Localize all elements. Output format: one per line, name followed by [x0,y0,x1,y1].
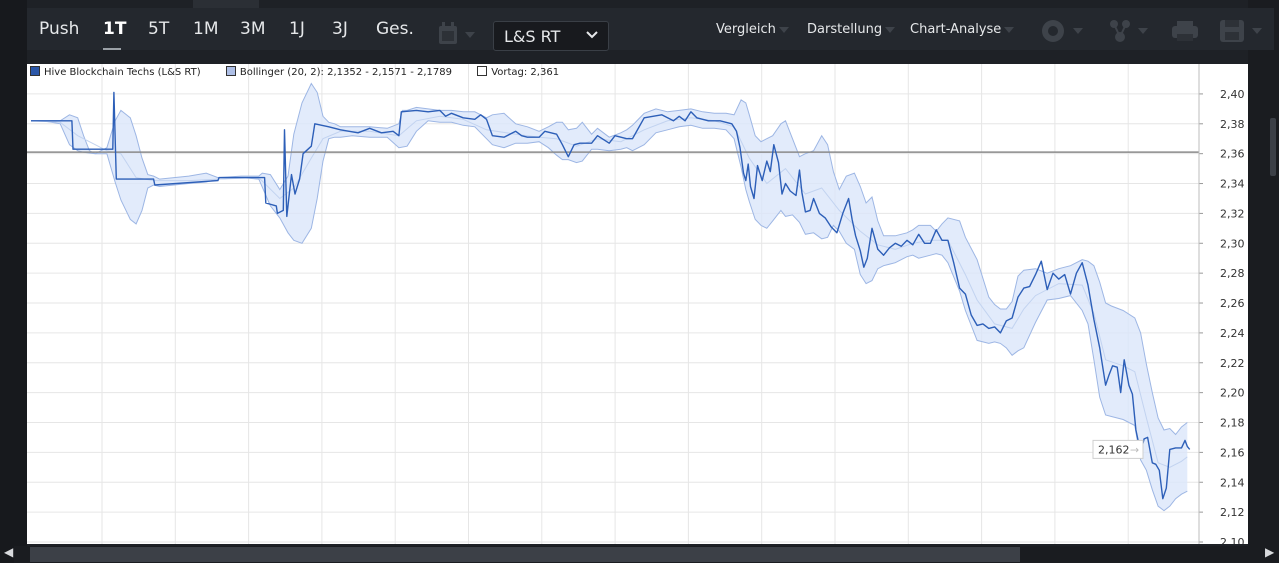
active-tab-indicator [103,48,121,50]
network-icon[interactable] [1106,18,1154,48]
chart-legend: Hive Blockchain Techs (L&S RT) Bollinger… [30,66,581,78]
arrow-right-icon: → [1130,443,1139,456]
legend-series-label: Hive Blockchain Techs (L&S RT) [44,67,201,78]
tab-1j[interactable]: 1J [289,19,305,39]
print-icon[interactable] [1170,18,1200,48]
caret-down-icon [885,26,896,33]
exchange-select[interactable]: L&S RT [493,21,609,51]
tab-1m[interactable]: 1M [193,19,218,39]
y-tick-label: 2,10 [1220,536,1245,544]
last-value-label: 2,162 [1098,443,1130,456]
price-chart[interactable]: 2,162 → 2,40 2,38 2,36 2,34 2,32 2,30 2,28 2,26 2… [27,64,1248,544]
menu-chart-analyse-label: Chart-Analyse [910,22,1002,37]
scroll-left-icon[interactable]: ◀ [4,545,13,559]
menu-vergleich[interactable]: Vergleich [716,22,789,37]
y-tick-label: 2,28 [1220,267,1245,280]
y-tick-label: 2,34 [1220,178,1245,191]
last-value-tag: 2,162 → [1092,439,1144,459]
menu-chart-analyse[interactable]: Chart-Analyse [910,22,1015,37]
save-icon[interactable] [1218,18,1274,48]
y-tick-label: 2,36 [1220,148,1245,161]
right-panel [1248,0,1279,563]
y-tick-label: 2,16 [1220,446,1245,459]
menu-darstellung[interactable]: Darstellung [807,22,896,37]
y-tick-label: 2,18 [1220,417,1245,430]
chevron-down-icon [586,25,598,49]
horizontal-scrollbar[interactable] [14,546,1258,563]
settings-icon[interactable] [1040,18,1088,48]
scrollbar-thumb[interactable] [30,547,1020,562]
legend-bollinger: Bollinger (20, 2): 2,1352 - 2,1571 - 2,1… [225,66,452,78]
y-tick-label: 2,38 [1220,118,1245,131]
tab-3j[interactable]: 3J [332,19,348,39]
tab-5t[interactable]: 5T [148,19,169,39]
vertical-scroll-thumb[interactable] [1270,118,1276,176]
menu-darstellung-label: Darstellung [807,22,883,37]
legend-vortag: Vortag: 2,361 [477,66,560,78]
legend-swatch-bollinger [225,66,236,76]
y-tick-label: 2,22 [1220,357,1245,370]
y-tick-label: 2,40 [1220,88,1245,101]
bollinger-band-fill [31,83,1188,511]
caret-down-icon [1004,26,1015,33]
y-tick-label: 2,20 [1220,387,1245,400]
legend-vortag-label: Vortag: 2,361 [491,67,560,78]
left-panel [0,0,27,563]
legend-swatch-vortag [477,66,488,76]
y-tick-label: 2,30 [1220,237,1245,250]
y-tick-label: 2,24 [1220,327,1245,340]
menu-vergleich-label: Vergleich [716,22,776,37]
tab-push[interactable]: Push [39,19,79,39]
tab-1t[interactable]: 1T [103,19,126,39]
y-tick-label: 2,26 [1220,297,1245,310]
bollinger-upper-line [31,82,1188,436]
legend-series: Hive Blockchain Techs (L&S RT) [30,66,201,78]
calendar-icon[interactable] [437,22,477,50]
tab-ges[interactable]: Ges. [376,19,414,39]
legend-bollinger-label: Bollinger (20, 2): 2,1352 - 2,1571 - 2,1… [239,67,452,78]
legend-swatch-series [30,66,40,76]
caret-down-icon [778,26,789,33]
scroll-right-icon[interactable]: ▶ [1265,545,1274,559]
y-tick-label: 2,32 [1220,207,1245,220]
top-tab-notch [193,0,259,8]
y-tick-label: 2,14 [1220,476,1245,489]
tab-3m[interactable]: 3M [240,19,265,39]
chart-area[interactable]: 2,162 → 2,40 2,38 2,36 2,34 2,32 2,30 2,28 2,26 2… [27,64,1248,544]
exchange-select-value: L&S RT [504,27,561,46]
y-tick-label: 2,12 [1220,506,1245,519]
